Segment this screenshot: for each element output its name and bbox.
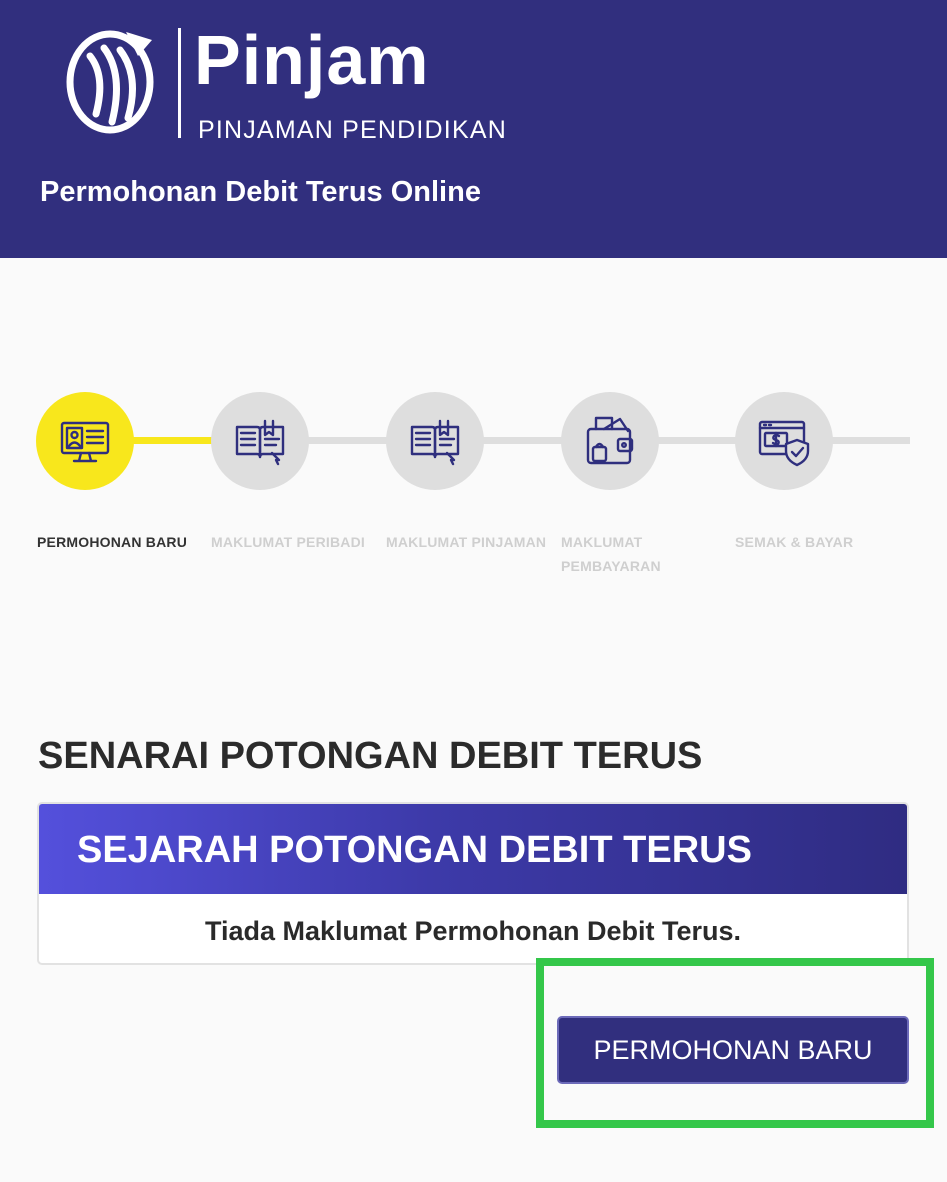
step-3-label: MAKLUMAT PINJAMAN: [386, 534, 547, 550]
step-connector-active: [130, 437, 216, 444]
logo-divider: [178, 28, 181, 138]
step-3-circle[interactable]: [386, 392, 484, 490]
step-5-circle[interactable]: [735, 392, 833, 490]
page-title: Permohonan Debit Terus Online: [40, 176, 481, 208]
step-1-circle[interactable]: [36, 392, 134, 490]
step-2-label: MAKLUMAT PERIBADI: [211, 534, 366, 550]
app-header: Pinjam PINJAMAN PENDIDIKAN Permohonan De…: [0, 0, 947, 258]
section-title: SENARAI POTONGAN DEBIT TERUS: [38, 735, 703, 777]
empty-state-message: Tiada Maklumat Permohonan Debit Terus.: [204, 916, 742, 946]
open-book-icon: [410, 419, 460, 466]
pinjam-logo-icon: [66, 30, 154, 134]
computer-profile-icon: [60, 421, 110, 463]
step-4-label-line1: MAKLUMAT: [561, 534, 643, 550]
step-4-label: MAKLUMAT PEMBAYARAN: [561, 530, 661, 578]
step-5-label: SEMAK & BAYAR: [735, 534, 854, 550]
history-card-header: SEJARAH POTONGAN DEBIT TERUS: [39, 804, 907, 894]
new-application-button[interactable]: PERMOHONAN BARU: [557, 1016, 909, 1084]
step-1-label: PERMOHONAN BARU: [37, 534, 187, 550]
open-book-icon: [235, 419, 285, 466]
step-4-label-line2: PEMBAYARAN: [561, 558, 661, 574]
brand-name: Pinjam: [194, 21, 430, 99]
wallet-icon: [586, 416, 634, 465]
history-card-title: SEJARAH POTONGAN DEBIT TERUS: [77, 829, 752, 871]
payment-shield-icon: [758, 420, 810, 467]
step-4-circle[interactable]: [561, 392, 659, 490]
progress-stepper: PERMOHONAN BARU MAKLUMAT PERIBADI MAKLUM…: [0, 392, 947, 592]
brand-subtitle: PINJAMAN PENDIDIKAN: [198, 116, 507, 144]
step-2-circle[interactable]: [211, 392, 309, 490]
history-card: SEJARAH POTONGAN DEBIT TERUS Tiada Maklu…: [37, 802, 909, 965]
